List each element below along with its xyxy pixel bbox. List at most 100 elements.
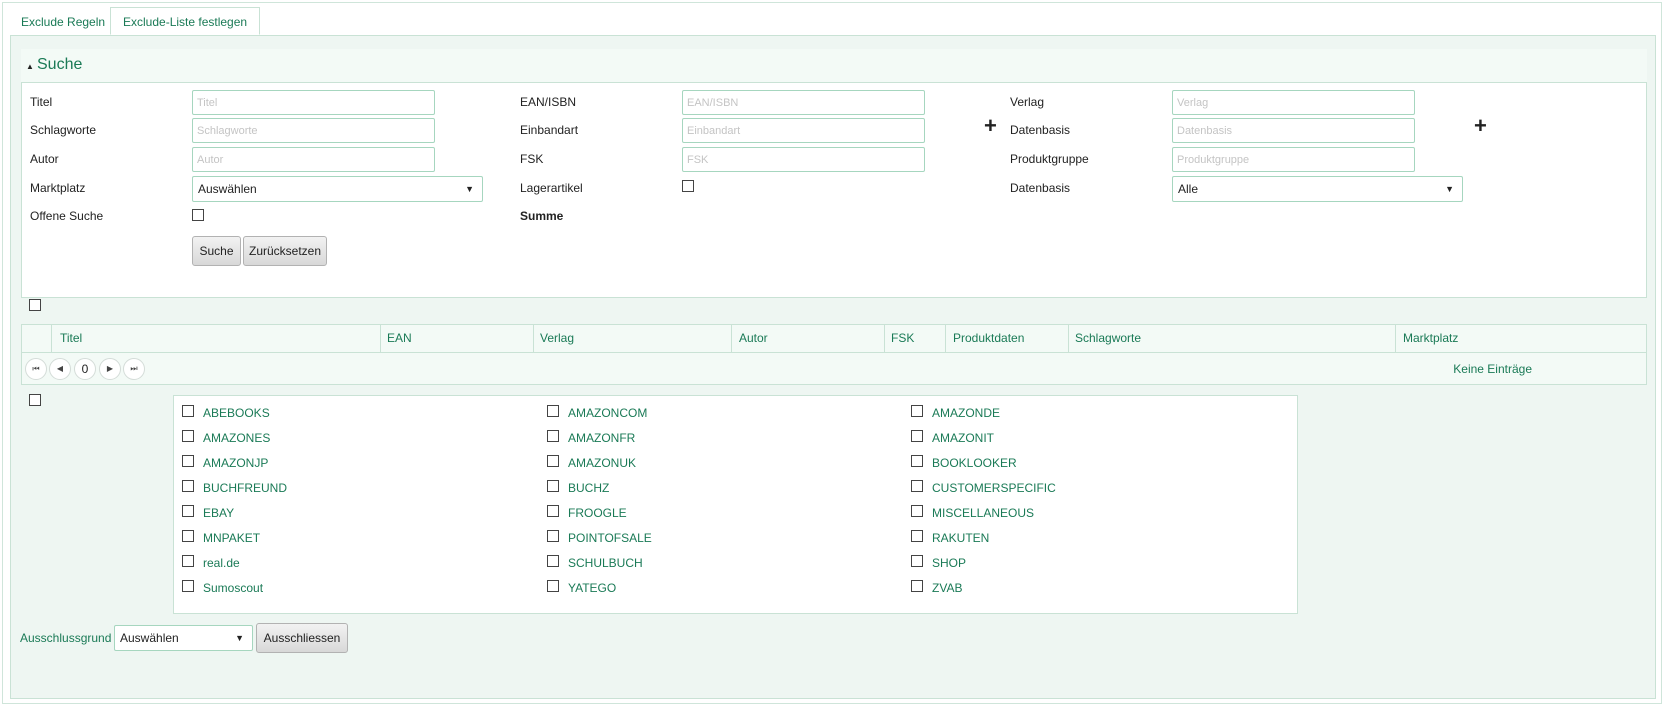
marketplace-label[interactable]: AMAZONES (203, 431, 270, 445)
datenbasis-select-label: Datenbasis (1010, 181, 1071, 195)
datenbasis-input[interactable] (1172, 118, 1415, 143)
marketplace-checkbox[interactable] (911, 580, 923, 592)
marketplace-label[interactable]: AMAZONFR (568, 431, 635, 445)
column-header-verlag[interactable]: Verlag (540, 325, 574, 352)
marketplace-checkbox[interactable] (547, 430, 559, 442)
marketplace-checkbox[interactable] (911, 455, 923, 467)
marketplace-checkbox[interactable] (911, 430, 923, 442)
produktgruppe-label: Produktgruppe (1010, 152, 1089, 166)
marketplace-label[interactable]: SHOP (932, 556, 966, 570)
chevron-down-icon: ▼ (1445, 184, 1454, 194)
marketplace-checkbox[interactable] (547, 530, 559, 542)
column-header-autor[interactable]: Autor (739, 325, 768, 352)
column-header-ean[interactable]: EAN (387, 325, 412, 352)
tab-exclude-regeln[interactable]: Exclude Regeln (8, 7, 118, 35)
search-panel-header[interactable] (21, 49, 1647, 83)
fsk-input[interactable] (682, 147, 925, 172)
marketplace-checkbox[interactable] (182, 530, 194, 542)
marketplace-label[interactable]: FROOGLE (568, 506, 627, 520)
marketplace-label[interactable]: POINTOFSALE (568, 531, 652, 545)
add-field-plus-icon-2[interactable]: + (1474, 115, 1487, 137)
chevron-down-icon: ▼ (235, 633, 244, 643)
marketplace-label[interactable]: AMAZONDE (932, 406, 1000, 420)
no-entries-text: Keine Einträge (1453, 362, 1532, 376)
marketplace-label[interactable]: AMAZONCOM (568, 406, 647, 420)
marketplace-label[interactable]: Sumoscout (203, 581, 263, 595)
exclude-button[interactable]: Ausschliessen (256, 623, 348, 653)
select-all-checkbox[interactable] (29, 299, 41, 311)
marketplace-checkbox[interactable] (182, 405, 194, 417)
marketplace-checkbox[interactable] (547, 405, 559, 417)
column-header-marktplatz[interactable]: Marktplatz (1403, 325, 1458, 352)
marketplace-label[interactable]: AMAZONUK (568, 456, 636, 470)
marketplace-label[interactable]: EBAY (203, 506, 234, 520)
column-header-titel[interactable]: Titel (60, 325, 82, 352)
marketplace-checkbox[interactable] (911, 405, 923, 417)
lagerartikel-label: Lagerartikel (520, 181, 583, 195)
ean-input[interactable] (682, 90, 925, 115)
first-page-icon[interactable]: ⏮ (25, 358, 47, 380)
tab-exclude-liste[interactable]: Exclude-Liste festlegen (110, 7, 261, 35)
marketplace-checkbox[interactable] (547, 555, 559, 567)
ean-label: EAN/ISBN (520, 95, 577, 109)
reset-button[interactable]: Zurücksetzen (243, 236, 327, 266)
next-page-icon[interactable]: ▶ (99, 358, 121, 380)
marketplace-label[interactable]: RAKUTEN (932, 531, 989, 545)
marketplace-label[interactable]: BOOKLOOKER (932, 456, 1017, 470)
produktgruppe-input[interactable] (1172, 147, 1415, 172)
marketplace-label[interactable]: ZVAB (932, 581, 962, 595)
marketplace-checkbox[interactable] (547, 580, 559, 592)
autor-input[interactable] (192, 147, 435, 172)
marktplatz-select[interactable]: Auswählen ▼ (192, 176, 483, 202)
marketplace-checkbox[interactable] (182, 505, 194, 517)
column-header-fsk[interactable]: FSK (891, 325, 914, 352)
marketplace-checkbox[interactable] (911, 480, 923, 492)
einbandart-input[interactable] (682, 118, 925, 143)
verlag-input[interactable] (1172, 90, 1415, 115)
marketplace-checkbox[interactable] (911, 530, 923, 542)
marketplace-checkbox[interactable] (182, 480, 194, 492)
marketplace-checkbox[interactable] (182, 580, 194, 592)
marketplace-checkbox[interactable] (182, 455, 194, 467)
titel-input[interactable] (192, 90, 435, 115)
marktplatz-select-value: Auswählen (198, 182, 257, 196)
marketplace-label[interactable]: AMAZONJP (203, 456, 268, 470)
marketplace-label[interactable]: ABEBOOKS (203, 406, 270, 420)
marketplace-checkbox[interactable] (547, 480, 559, 492)
current-page-number[interactable]: 0 (74, 358, 96, 380)
marketplace-label[interactable]: real.de (203, 556, 240, 570)
marketplace-label[interactable]: CUSTOMERSPECIFIC (932, 481, 1056, 495)
lagerartikel-checkbox[interactable] (682, 180, 694, 192)
prev-page-icon[interactable]: ◀ (49, 358, 71, 380)
search-panel-title[interactable]: Suche (37, 56, 82, 74)
search-button[interactable]: Suche (192, 236, 241, 266)
collapse-caret-icon[interactable]: ▲ (26, 62, 34, 71)
marketplace-label[interactable]: BUCHZ (568, 481, 609, 495)
schlagworte-label: Schlagworte (30, 123, 97, 137)
marketplace-label[interactable]: MNPAKET (203, 531, 260, 545)
summe-label: Summe (520, 209, 564, 223)
marketplace-checkbox[interactable] (182, 555, 194, 567)
add-field-plus-icon[interactable]: + (984, 115, 997, 137)
marketplace-checkbox[interactable] (547, 505, 559, 517)
titel-label: Titel (30, 95, 53, 109)
offene-suche-checkbox[interactable] (192, 209, 204, 221)
marketplace-checkbox[interactable] (911, 505, 923, 517)
column-header-produktdaten[interactable]: Produktdaten (953, 325, 1024, 352)
ausschlussgrund-label: Ausschlussgrund (20, 631, 112, 645)
marketplace-label[interactable]: YATEGO (568, 581, 616, 595)
marketplace-label[interactable]: SCHULBUCH (568, 556, 643, 570)
marketplace-checkbox[interactable] (547, 455, 559, 467)
column-header-schlagworte[interactable]: Schlagworte (1075, 325, 1141, 352)
datenbasis-select[interactable]: Alle ▼ (1172, 176, 1463, 202)
marketplace-label[interactable]: BUCHFREUND (203, 481, 287, 495)
last-page-icon[interactable]: ⏭ (123, 358, 145, 380)
marketplace-checkbox[interactable] (911, 555, 923, 567)
column-divider (380, 325, 381, 352)
ausschlussgrund-select[interactable]: Auswählen ▼ (114, 625, 253, 651)
marketplace-select-all-checkbox[interactable] (29, 394, 41, 406)
marketplace-checkbox[interactable] (182, 430, 194, 442)
marketplace-label[interactable]: MISCELLANEOUS (932, 506, 1034, 520)
marketplace-label[interactable]: AMAZONIT (932, 431, 994, 445)
schlagworte-input[interactable] (192, 118, 435, 143)
